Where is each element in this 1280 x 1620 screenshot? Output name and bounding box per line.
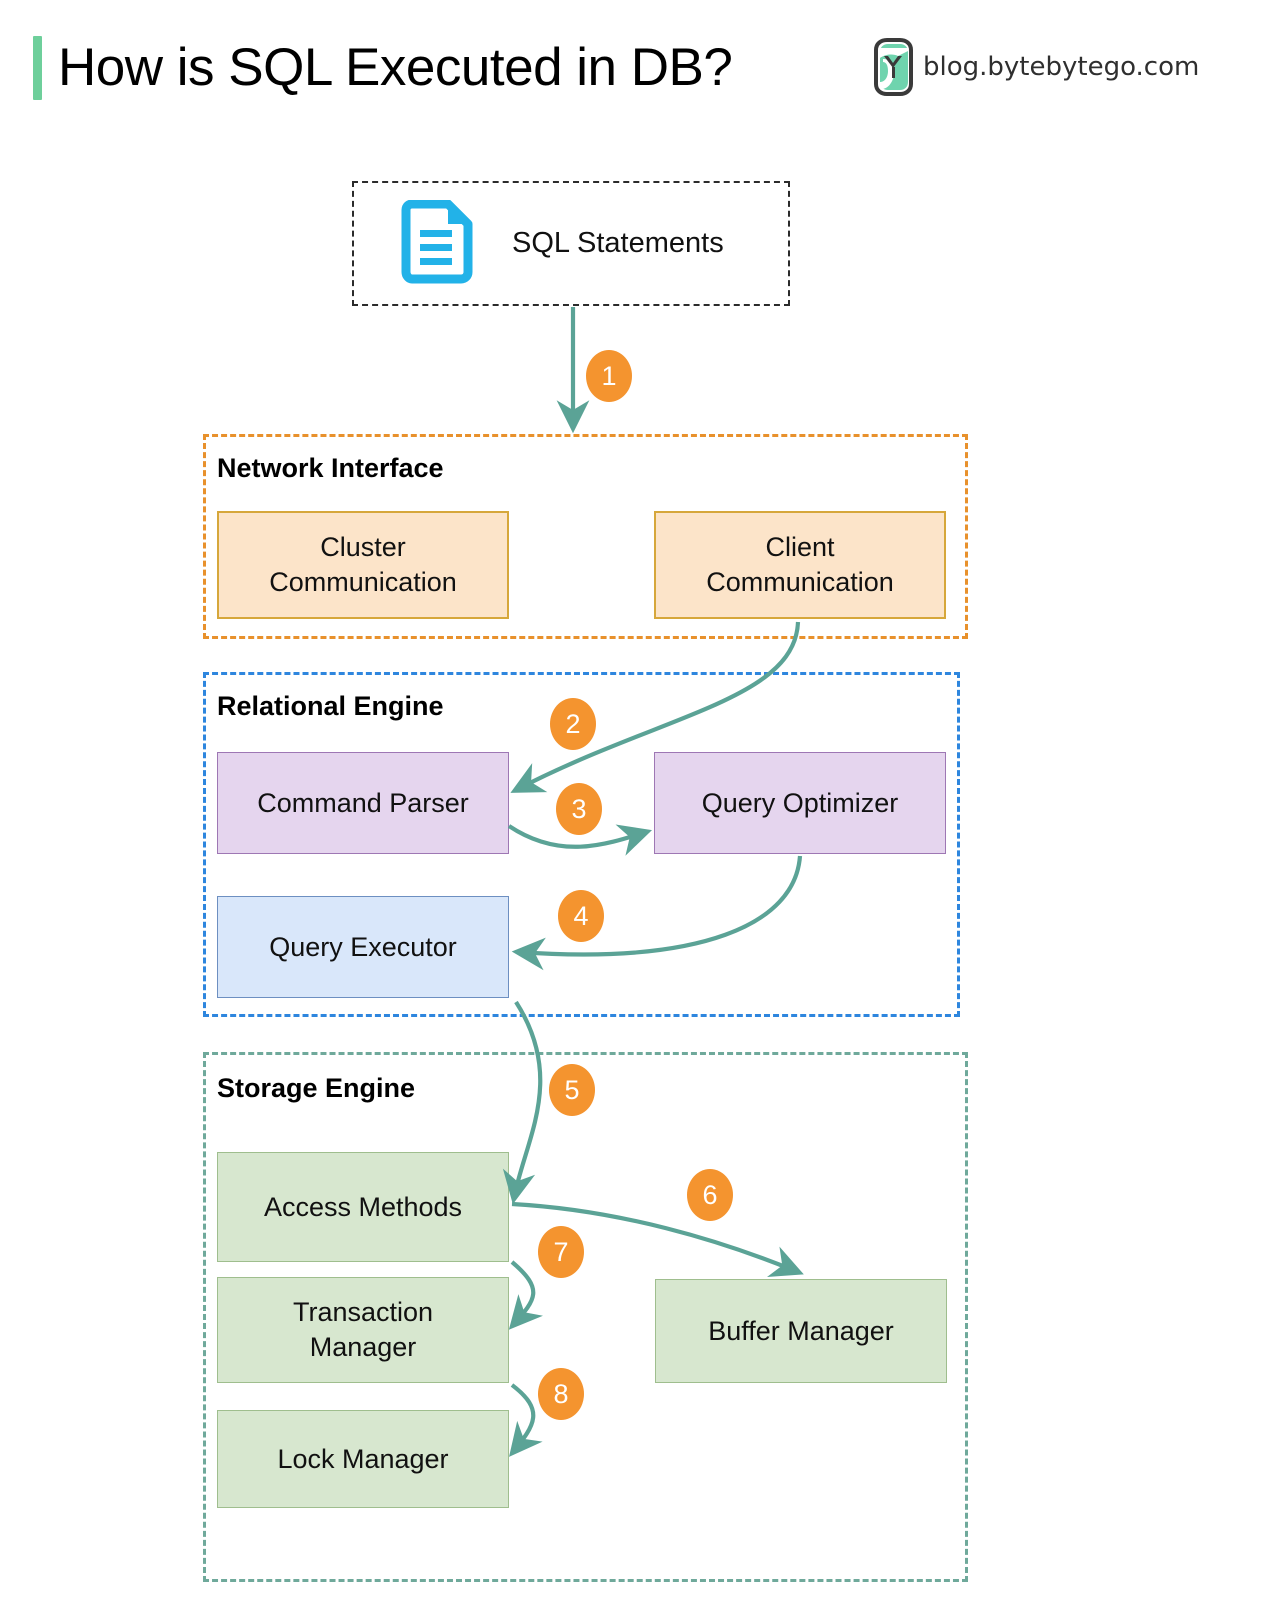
node-query-executor[interactable]: Query Executor	[217, 896, 509, 998]
step-badge-8: 8	[538, 1368, 584, 1420]
step-badge-5: 5	[549, 1064, 595, 1116]
node-client-communication[interactable]: Client Communication	[654, 511, 946, 619]
node-transaction-manager[interactable]: Transaction Manager	[217, 1277, 509, 1383]
step-badge-3: 3	[556, 783, 602, 835]
node-cluster-communication[interactable]: Cluster Communication	[217, 511, 509, 619]
node-label: Transaction Manager	[292, 1297, 434, 1362]
page-title: How is SQL Executed in DB?	[58, 38, 733, 97]
node-query-optimizer[interactable]: Query Optimizer	[654, 752, 946, 854]
group-title-network-interface: Network Interface	[217, 453, 444, 483]
group-title-relational-engine: Relational Engine	[217, 691, 444, 721]
step-badge-1: 1	[586, 350, 632, 402]
sql-statements-label: SQL Statements	[512, 227, 724, 259]
node-label: Buffer Manager	[708, 1315, 894, 1346]
node-label: Client Communication	[706, 532, 894, 597]
node-label: Command Parser	[257, 787, 469, 818]
document-icon	[401, 199, 473, 283]
brand[interactable]: blog.bytebytego.com	[870, 36, 1199, 98]
node-buffer-manager[interactable]: Buffer Manager	[655, 1279, 947, 1383]
step-badge-7: 7	[538, 1226, 584, 1278]
brand-label: blog.bytebytego.com	[923, 52, 1200, 82]
node-access-methods[interactable]: Access Methods	[217, 1152, 509, 1262]
node-label: Cluster Communication	[269, 532, 457, 597]
step-badge-2: 2	[550, 698, 596, 750]
sql-statements-box: SQL Statements	[352, 181, 790, 306]
node-command-parser[interactable]: Command Parser	[217, 752, 509, 854]
node-label: Lock Manager	[277, 1443, 449, 1474]
step-badge-4: 4	[558, 890, 604, 942]
step-badge-6: 6	[687, 1169, 733, 1221]
node-label: Query Executor	[269, 931, 457, 962]
node-label: Query Optimizer	[701, 787, 899, 818]
bytebytego-logo-icon	[874, 38, 913, 96]
group-title-storage-engine: Storage Engine	[217, 1073, 416, 1103]
node-label: Access Methods	[263, 1191, 463, 1222]
title-accent-bar	[33, 36, 42, 100]
node-lock-manager[interactable]: Lock Manager	[217, 1410, 509, 1508]
page-header: How is SQL Executed in DB? blog.bytebyte…	[0, 0, 1280, 140]
